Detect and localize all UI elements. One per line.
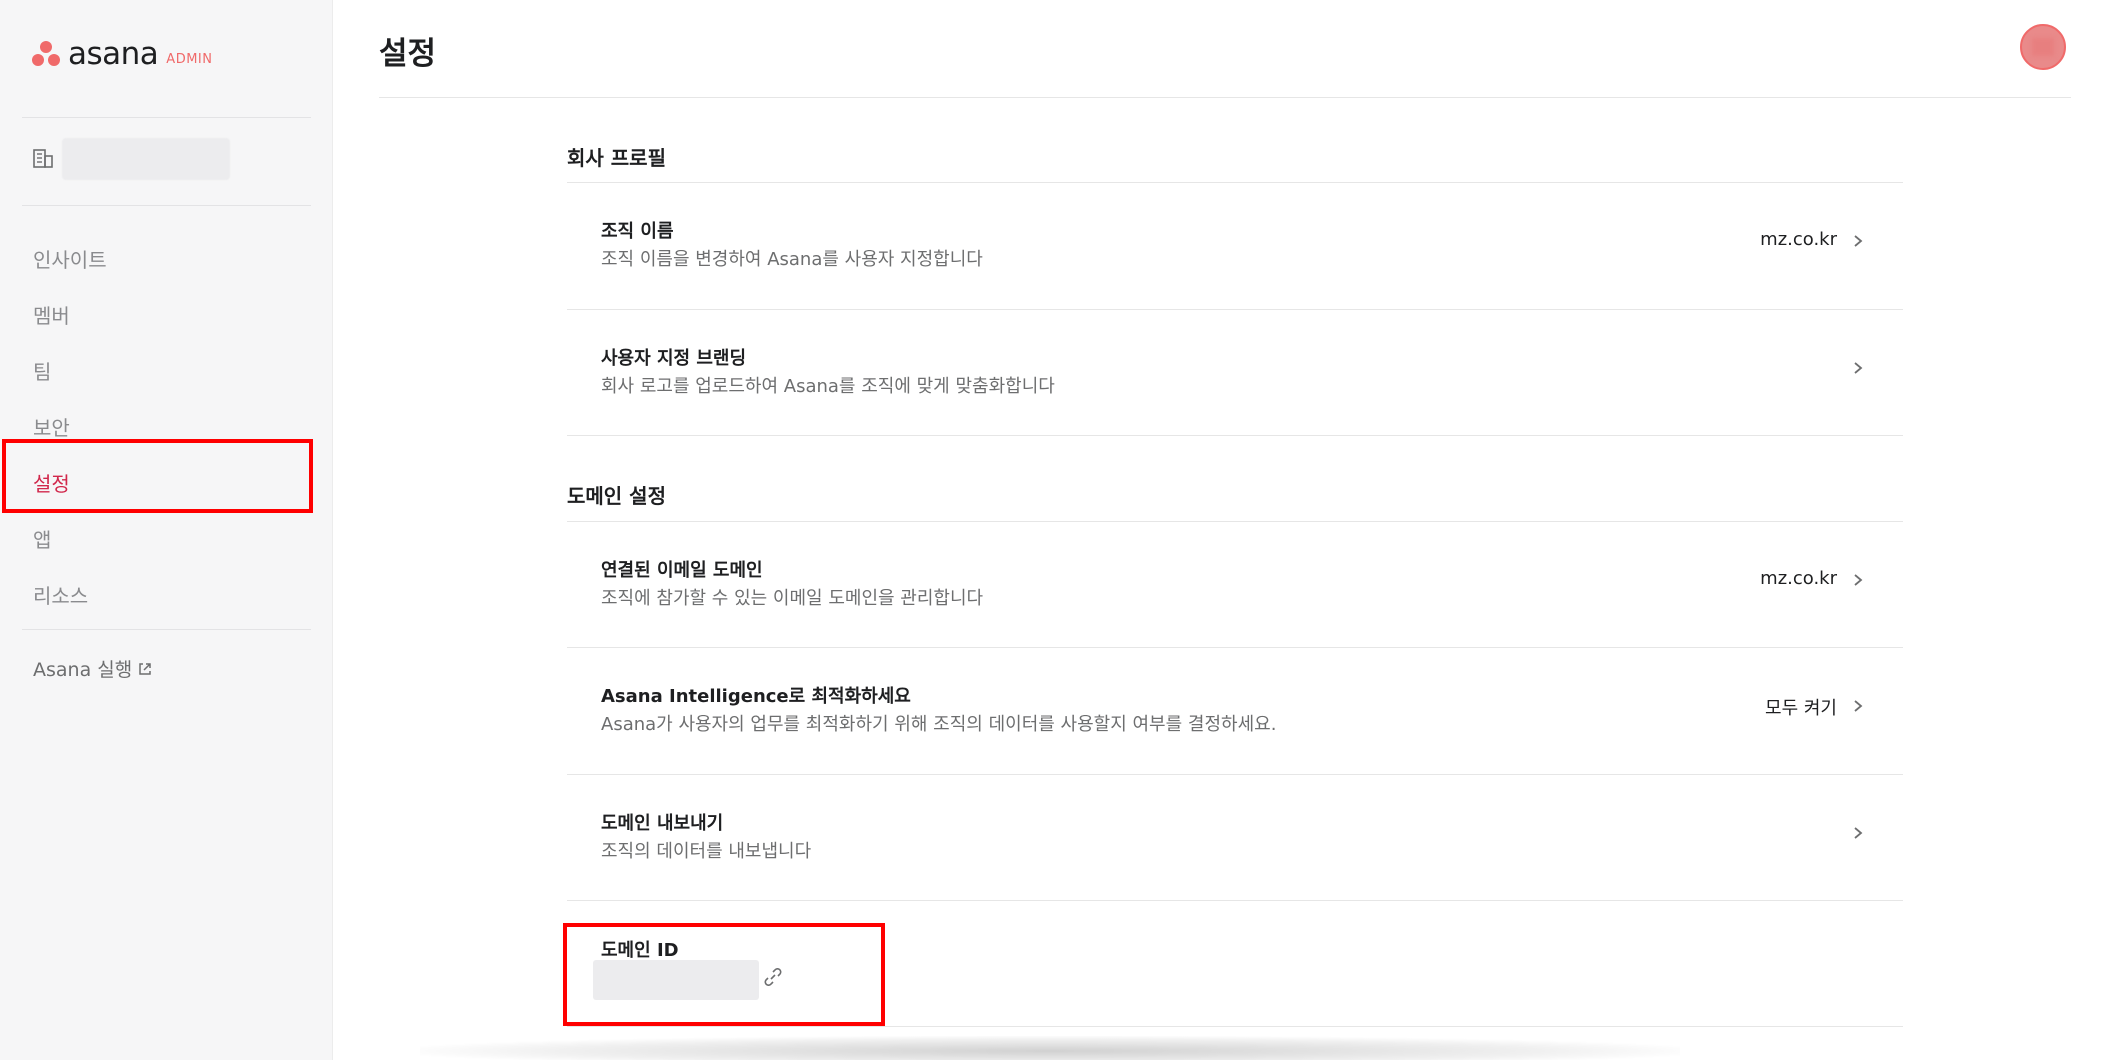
row-value: mz.co.kr: [1760, 229, 1837, 250]
organization-switcher[interactable]: [32, 138, 230, 180]
avatar[interactable]: [2020, 24, 2066, 70]
asana-admin-logo[interactable]: asana ADMIN: [32, 36, 212, 72]
row-title: 조직 이름: [601, 221, 674, 242]
run-asana-link[interactable]: Asana 실행: [33, 655, 152, 682]
sidebar-item-insights[interactable]: 인사이트: [0, 230, 333, 286]
row-description: Asana가 사용자의 업무를 최적화하기 위해 조직의 데이터를 사용할지 여…: [601, 714, 1277, 735]
sidebar-item-resources[interactable]: 리소스: [0, 566, 333, 622]
section-title-company-profile: 회사 프로필: [567, 146, 666, 170]
section-title-domain-settings: 도메인 설정: [567, 484, 666, 508]
settings-row-asana-intelligence[interactable]: Asana Intelligence로 최적화하세요 Asana가 사용자의 업…: [567, 648, 1903, 774]
chevron-right-icon: [1854, 362, 1863, 374]
row-title: Asana Intelligence로 최적화하세요: [601, 686, 911, 707]
chevron-right-icon: [1854, 235, 1863, 247]
row-description: 회사 로고를 업로드하여 Asana를 조직에 맞게 맞춤화합니다: [601, 376, 1055, 397]
sidebar: asana ADMIN 인사이트 멤버 팀 보안 설정 앱 리소스 Asana …: [0, 0, 333, 1060]
row-description: 조직에 참가할 수 있는 이메일 도메인을 관리합니다: [601, 588, 984, 609]
sidebar-item-apps[interactable]: 앱: [0, 510, 333, 566]
row-divider: [567, 1026, 1903, 1027]
logo-admin-badge: ADMIN: [166, 51, 213, 67]
header-divider: [379, 97, 2071, 98]
row-value: 모두 켜기: [1765, 698, 1837, 719]
row-title: 도메인 내보내기: [601, 813, 724, 834]
page-title: 설정: [379, 36, 437, 72]
domain-id-highlight-box: [563, 923, 885, 1026]
settings-row-custom-branding[interactable]: 사용자 지정 브랜딩 회사 로고를 업로드하여 Asana를 조직에 맞게 맞춤…: [567, 310, 1903, 436]
settings-row-domain-export[interactable]: 도메인 내보내기 조직의 데이터를 내보냅니다: [567, 775, 1903, 901]
chevron-right-icon: [1854, 827, 1863, 839]
settings-row-email-domains[interactable]: 연결된 이메일 도메인 조직에 참가할 수 있는 이메일 도메인을 관리합니다 …: [567, 522, 1903, 648]
building-icon: [33, 149, 53, 168]
row-value: mz.co.kr: [1760, 568, 1837, 589]
sidebar-nav: 인사이트 멤버 팀 보안 설정 앱 리소스: [0, 230, 333, 622]
asana-logo-icon: [32, 41, 60, 67]
run-asana-label: Asana 실행: [33, 659, 133, 681]
chevron-right-icon: [1854, 700, 1863, 712]
row-title: 연결된 이메일 도메인: [601, 560, 763, 581]
settings-row-org-name[interactable]: 조직 이름 조직 이름을 변경하여 Asana를 사용자 지정합니다 mz.co…: [567, 183, 1903, 309]
logo-wordmark: asana: [68, 36, 159, 72]
settings-highlight-box: [2, 439, 313, 513]
organization-name-redacted: [62, 138, 230, 180]
external-link-icon: [139, 662, 151, 675]
row-description: 조직 이름을 변경하여 Asana를 사용자 지정합니다: [601, 249, 983, 270]
sidebar-divider: [22, 629, 311, 630]
bottom-shadow: [420, 1036, 1680, 1060]
row-title: 사용자 지정 브랜딩: [601, 348, 747, 369]
sidebar-divider: [22, 117, 311, 118]
sidebar-item-members[interactable]: 멤버: [0, 286, 333, 342]
sidebar-divider: [22, 205, 311, 206]
sidebar-item-teams[interactable]: 팀: [0, 342, 333, 398]
row-divider: [567, 435, 1903, 436]
row-description: 조직의 데이터를 내보냅니다: [601, 841, 812, 862]
chevron-right-icon: [1854, 574, 1863, 586]
